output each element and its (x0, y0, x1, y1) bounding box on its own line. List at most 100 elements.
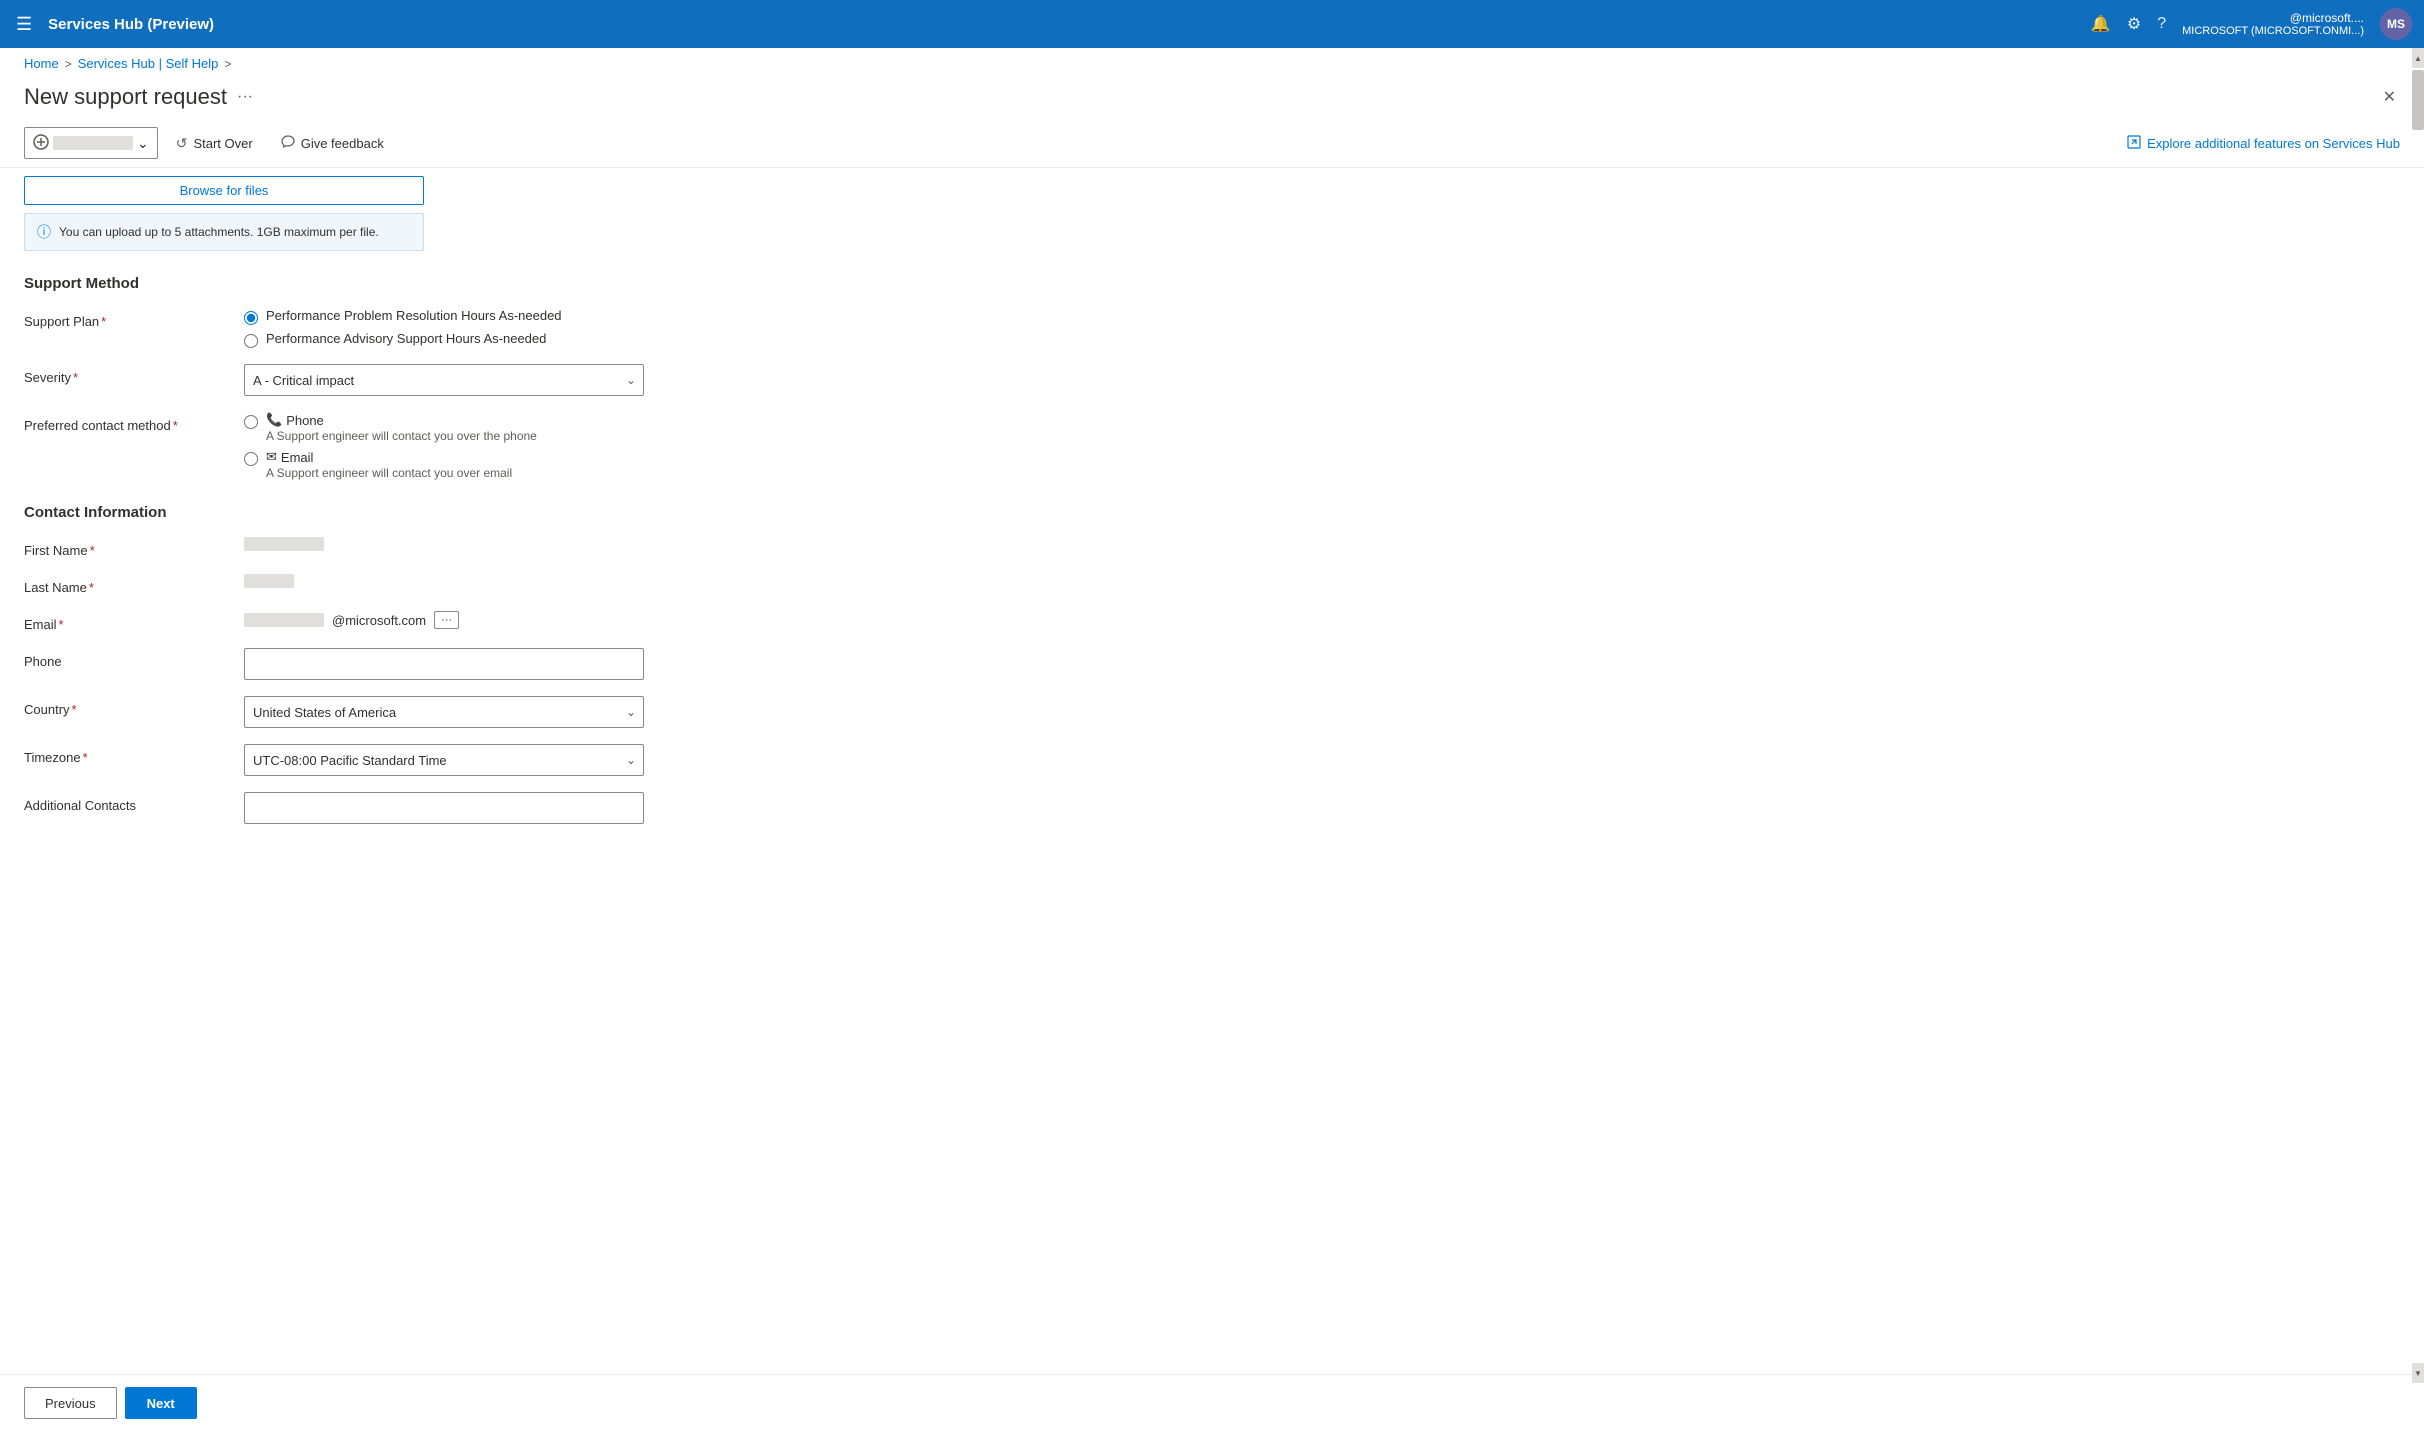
support-plan-options: Performance Problem Resolution Hours As-… (244, 308, 644, 348)
severity-label: Severity* (24, 364, 244, 385)
timezone-label: Timezone* (24, 744, 244, 765)
explore-link[interactable]: Explore additional features on Services … (2127, 135, 2400, 152)
timezone-control: UTC-08:00 Pacific Standard Time UTC-05:0… (244, 744, 644, 776)
explore-icon (2127, 135, 2141, 152)
contact-method-options: 📞 Phone A Support engineer will contact … (244, 412, 644, 480)
next-button[interactable]: Next (125, 1387, 197, 1419)
close-button[interactable]: ✕ (2379, 83, 2400, 111)
app-title: Services Hub (Preview) (48, 16, 2079, 33)
phone-label: Phone (24, 648, 244, 669)
contact-info-header: Contact Information (24, 504, 2400, 521)
attach-info: ⓘ You can upload up to 5 attachments. 1G… (24, 213, 424, 251)
phone-input[interactable] (244, 648, 644, 680)
email-control: @microsoft.com ··· (244, 611, 644, 629)
help-icon[interactable]: ? (2157, 15, 2166, 33)
avatar[interactable]: MS (2380, 8, 2412, 40)
plan-radio-2[interactable] (244, 334, 258, 348)
scroll-down-button[interactable]: ▼ (2412, 1363, 2424, 1383)
last-name-row: Last Name* (24, 574, 2400, 595)
country-row: Country* United States of America United… (24, 696, 2400, 728)
first-name-blurred (244, 537, 324, 551)
contact-method-label: Preferred contact method* (24, 412, 244, 433)
hamburger-icon[interactable]: ☰ (12, 10, 36, 39)
contact-email-sub: A Support engineer will contact you over… (266, 466, 512, 480)
last-name-blurred (244, 574, 294, 588)
first-name-row: First Name* (24, 537, 2400, 558)
give-feedback-button[interactable]: Give feedback (271, 127, 394, 159)
nav-icons: 🔔 ⚙ ? @microsoft.... MICROSOFT (MICROSOF… (2091, 8, 2412, 40)
scroll-up-button[interactable]: ▲ (2412, 48, 2424, 68)
severity-select-wrapper: A - Critical impact B - Moderate impact … (244, 364, 644, 396)
contact-phone-radio[interactable] (244, 415, 258, 429)
phone-row: Phone (24, 648, 2400, 680)
email-icon: ✉ (266, 449, 277, 465)
content-area: Browse for files ⓘ You can upload up to … (0, 168, 2424, 1374)
severity-row: Severity* A - Critical impact B - Modera… (24, 364, 2400, 396)
breadcrumb-sep1: > (65, 57, 72, 71)
main-wrapper: Home > Services Hub | Self Help > New su… (0, 48, 2424, 1431)
dropdown-text (53, 136, 133, 150)
gear-icon[interactable]: ⚙ (2127, 14, 2141, 34)
plan-option-2[interactable]: Performance Advisory Support Hours As-ne… (244, 331, 644, 348)
plan-label-2: Performance Advisory Support Hours As-ne… (266, 331, 546, 346)
timezone-row: Timezone* UTC-08:00 Pacific Standard Tim… (24, 744, 2400, 776)
plan-option-1[interactable]: Performance Problem Resolution Hours As-… (244, 308, 644, 325)
start-over-button[interactable]: ↺ Start Over (166, 127, 263, 159)
timezone-select-wrapper: UTC-08:00 Pacific Standard Time UTC-05:0… (244, 744, 644, 776)
country-select[interactable]: United States of America United Kingdom … (244, 696, 644, 728)
contact-email-option[interactable]: ✉ Email A Support engineer will contact … (244, 449, 644, 480)
contact-email-label: ✉ Email (266, 449, 512, 465)
page-title-row: New support request ··· ✕ (0, 79, 2424, 119)
last-name-control (244, 574, 644, 591)
scroll-thumb[interactable] (2412, 70, 2424, 130)
dropdown-chevron-icon: ⌄ (137, 135, 149, 152)
contact-phone-sub: A Support engineer will contact you over… (266, 429, 537, 443)
page-title-more[interactable]: ··· (237, 88, 253, 106)
plan-radio-1[interactable] (244, 311, 258, 325)
context-dropdown[interactable]: ⌄ (24, 127, 158, 159)
explore-label: Explore additional features on Services … (2147, 136, 2400, 151)
breadcrumb-sep2: > (224, 57, 231, 71)
email-blurred (244, 613, 324, 627)
top-nav: ☰ Services Hub (Preview) 🔔 ⚙ ? @microsof… (0, 0, 2424, 48)
additional-contacts-label: Additional Contacts (24, 792, 244, 813)
contact-phone-option[interactable]: 📞 Phone A Support engineer will contact … (244, 412, 644, 443)
toolbar: ⌄ ↺ Start Over Give feedback Explore add… (0, 119, 2424, 168)
first-name-label: First Name* (24, 537, 244, 558)
severity-select[interactable]: A - Critical impact B - Moderate impact … (244, 364, 644, 396)
contact-phone-label: 📞 Phone (266, 412, 537, 428)
email-field-wrap: @microsoft.com ··· (244, 611, 644, 629)
email-domain: @microsoft.com (332, 613, 426, 628)
support-plan-label: Support Plan* (24, 308, 244, 329)
page-title: New support request (24, 84, 227, 110)
first-name-control (244, 537, 644, 554)
additional-contacts-control (244, 792, 644, 824)
last-name-label: Last Name* (24, 574, 244, 595)
contact-method-row: Preferred contact method* 📞 Phone A Supp… (24, 412, 2400, 480)
support-method-header: Support Method (24, 275, 2400, 292)
breadcrumb: Home > Services Hub | Self Help > (0, 48, 2424, 79)
user-tenant: MICROSOFT (MICROSOFT.ONMI...) (2182, 25, 2364, 37)
phone-icon: 📞 (266, 412, 282, 428)
refresh-icon: ↺ (176, 135, 188, 152)
phone-control (244, 648, 644, 680)
user-email: @microsoft.... (2290, 11, 2364, 25)
give-feedback-label: Give feedback (301, 136, 384, 151)
country-label: Country* (24, 696, 244, 717)
additional-contacts-row: Additional Contacts (24, 792, 2400, 824)
breadcrumb-services-hub[interactable]: Services Hub | Self Help (78, 56, 219, 71)
email-more-button[interactable]: ··· (434, 611, 459, 629)
breadcrumb-home[interactable]: Home (24, 56, 59, 71)
bell-icon[interactable]: 🔔 (2091, 14, 2111, 34)
timezone-select[interactable]: UTC-08:00 Pacific Standard Time UTC-05:0… (244, 744, 644, 776)
user-info: @microsoft.... MICROSOFT (MICROSOFT.ONMI… (2182, 11, 2364, 37)
avatar-initials: MS (2387, 17, 2405, 31)
previous-button[interactable]: Previous (24, 1387, 117, 1419)
footer: Previous Next (0, 1374, 2424, 1431)
support-plan-row: Support Plan* Performance Problem Resolu… (24, 308, 2400, 348)
additional-contacts-input[interactable] (244, 792, 644, 824)
dropdown-icon (33, 134, 49, 153)
feedback-icon (281, 135, 295, 152)
browse-files-button[interactable]: Browse for files (24, 176, 424, 205)
contact-email-radio[interactable] (244, 452, 258, 466)
